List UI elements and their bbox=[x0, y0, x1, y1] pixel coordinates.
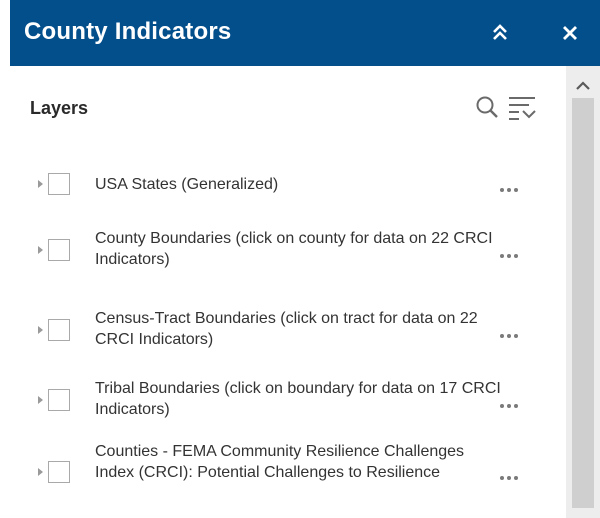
layer-checkbox[interactable] bbox=[48, 389, 70, 411]
expand-caret-icon[interactable] bbox=[36, 177, 46, 191]
layer-checkbox[interactable] bbox=[48, 461, 70, 483]
more-options-icon[interactable] bbox=[500, 245, 530, 259]
layer-list-content: Layers USA States (Generalized) County B… bbox=[10, 66, 566, 518]
layers-heading: Layers bbox=[30, 98, 89, 118]
expand-caret-icon[interactable] bbox=[36, 393, 46, 407]
more-options-icon[interactable] bbox=[500, 179, 530, 193]
layer-label[interactable]: USA States (Generalized) bbox=[95, 174, 515, 195]
layer-checkbox[interactable] bbox=[48, 319, 70, 341]
layer-label[interactable]: Counties - FEMA Community Resilience Cha… bbox=[95, 441, 475, 483]
vertical-scrollbar[interactable] bbox=[566, 66, 600, 518]
panel-header: County Indicators bbox=[10, 0, 600, 66]
expand-caret-icon[interactable] bbox=[36, 243, 46, 257]
chevron-up-icon bbox=[576, 81, 590, 90]
filter-list-icon bbox=[509, 97, 536, 120]
expand-caret-icon[interactable] bbox=[36, 323, 46, 337]
layer-row-tribal-boundaries: Tribal Boundaries (click on boundary for… bbox=[10, 376, 566, 422]
expand-caret-icon[interactable] bbox=[36, 465, 46, 479]
filter-options-button[interactable] bbox=[506, 92, 540, 122]
more-options-icon[interactable] bbox=[500, 467, 530, 481]
close-icon bbox=[563, 26, 577, 40]
search-button[interactable] bbox=[474, 92, 500, 122]
search-icon bbox=[476, 96, 498, 118]
close-button[interactable] bbox=[558, 20, 582, 46]
layer-row-fema-crci: Counties - FEMA Community Resilience Cha… bbox=[10, 440, 566, 508]
more-options-icon[interactable] bbox=[500, 395, 530, 409]
more-options-icon[interactable] bbox=[500, 325, 530, 339]
layer-label[interactable]: County Boundaries (click on county for d… bbox=[95, 228, 515, 270]
scroll-up-button[interactable] bbox=[566, 76, 600, 96]
double-chevron-up-icon bbox=[493, 24, 507, 40]
layer-label[interactable]: Census-Tract Boundaries (click on tract … bbox=[95, 308, 515, 350]
panel-title: County Indicators bbox=[24, 18, 232, 45]
layer-row-county-boundaries: County Boundaries (click on county for d… bbox=[10, 226, 566, 272]
scrollbar-thumb[interactable] bbox=[572, 98, 594, 508]
layer-label[interactable]: Tribal Boundaries (click on boundary for… bbox=[95, 378, 515, 420]
layer-checkbox[interactable] bbox=[48, 173, 70, 195]
collapse-button[interactable] bbox=[488, 20, 512, 46]
layer-list-panel: County Indicators Layers USA States (Gen… bbox=[10, 0, 600, 518]
layer-row-census-tract-boundaries: Census-Tract Boundaries (click on tract … bbox=[10, 306, 566, 352]
layer-row-usa-states: USA States (Generalized) bbox=[10, 168, 566, 200]
layer-checkbox[interactable] bbox=[48, 239, 70, 261]
